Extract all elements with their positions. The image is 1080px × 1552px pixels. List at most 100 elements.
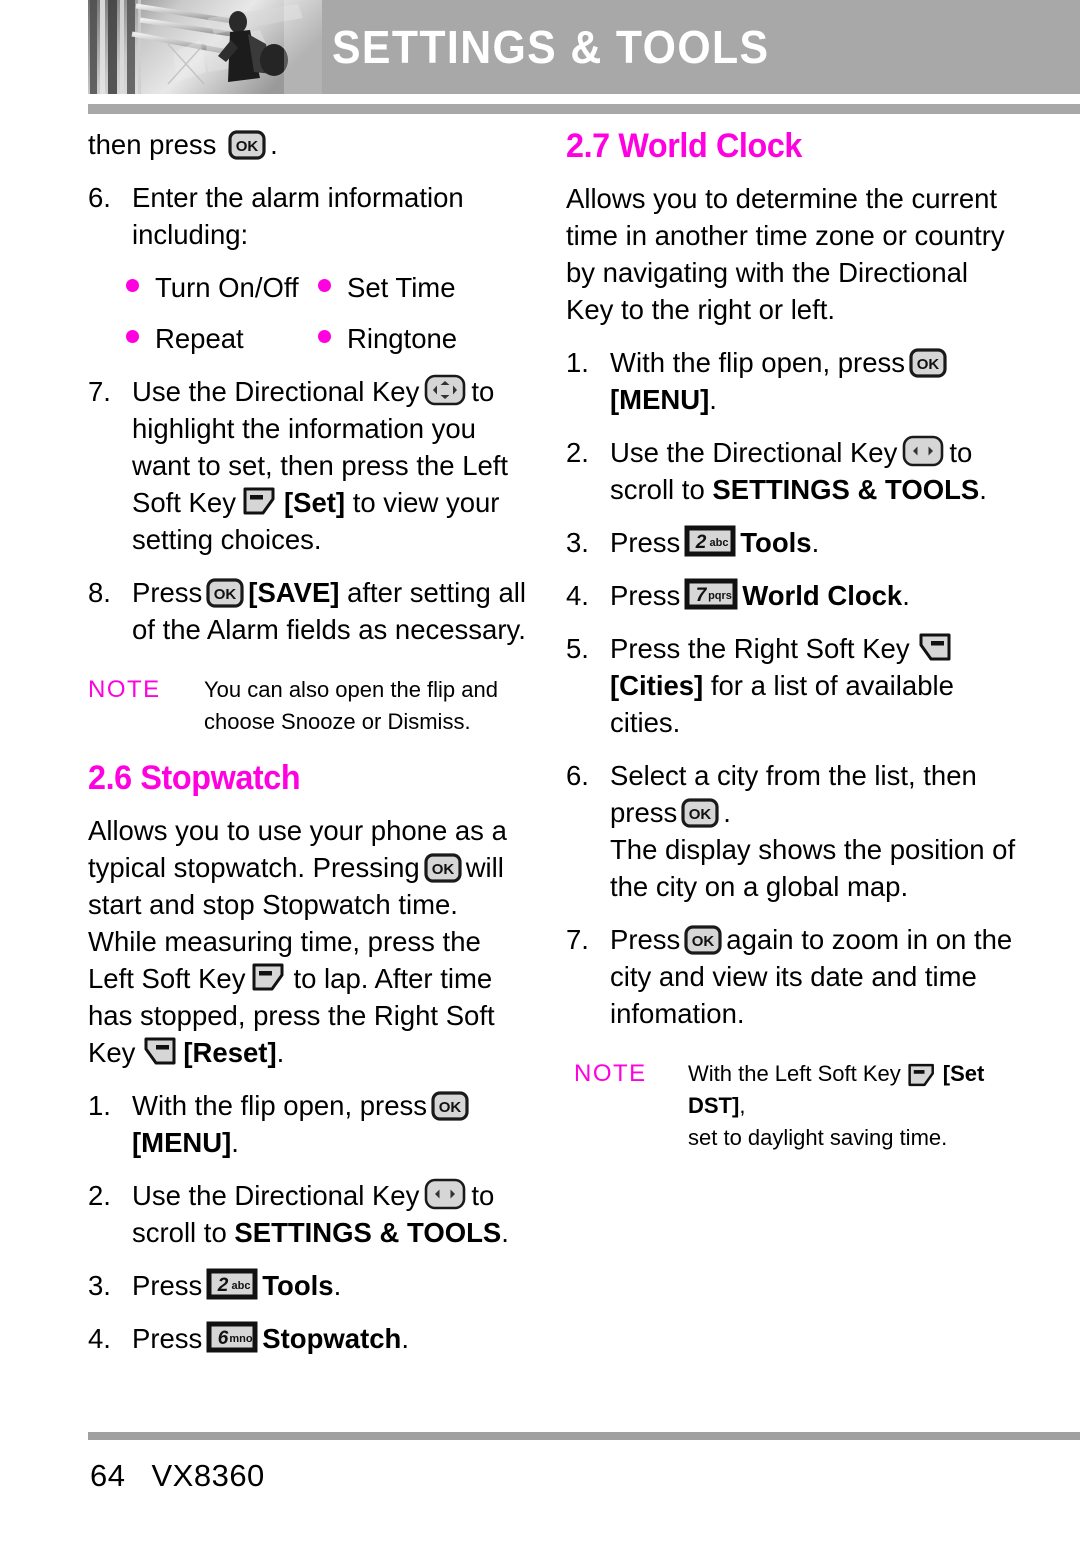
list-item: Ringtone [304,320,457,357]
step-text-part1: Select a city from the list, then press [610,760,977,828]
step-item: 2. Use the Directional Key to scroll to … [566,434,1016,508]
note-text-part1: With the Left Soft Key [688,1061,901,1086]
svg-text:OK: OK [236,138,259,155]
bullet-row: Turn On/Off Set Time [88,269,528,306]
directional-key-4way-icon [423,373,467,407]
step-number: 6. [88,182,111,213]
step-text: Press OK [SAVE] after setting all of the… [132,574,528,648]
note-text: You can also open the flip and choose Sn… [204,677,498,734]
left-column: then press OK . 6. Enter the alarm infor… [88,126,528,1373]
step-text: Press OK again to zoom in on the city an… [610,921,1016,1032]
tools-label: Tools [740,527,812,558]
step-text-part1: Press [132,1270,203,1301]
continued-step-text-before: then press [88,129,217,160]
ok-key-icon: OK [681,798,719,828]
step-text: Use the Directional Key to scroll to SET… [132,1177,528,1251]
menu-label: [MENU] [610,384,710,415]
step-item: 4. Press 6 mno Stopwatch. [88,1320,528,1357]
note-text-part3: set to daylight saving time. [688,1125,948,1150]
step-item: 8. Press OK [SAVE] after setting all of … [88,574,528,648]
step-item: 6. Select a city from the list, then pre… [566,757,1016,905]
svg-text:2: 2 [695,532,707,553]
step-number: 3. [566,527,589,558]
step-number: 2. [566,437,589,468]
step-text: Use the Directional Key to scroll to SET… [610,434,1016,508]
step-number: 1. [88,1090,111,1121]
bullet-dot-icon [126,330,139,343]
continued-step-text: then press OK . [88,126,528,163]
settings-tools-label: SETTINGS & TOOLS [712,474,980,505]
ok-key-icon: OK [424,853,462,883]
tools-label: Tools [262,1270,334,1301]
bullet-label: Turn On/Off [155,272,299,303]
footer-divider-rule [88,1432,1080,1440]
step-number: 7. [88,376,111,407]
svg-text:7: 7 [696,585,708,606]
step-text-part1: Press [610,924,681,955]
section-intro-world-clock: Allows you to determine the current time… [566,183,1005,325]
step-number: 8. [88,577,111,608]
step-item: 3. Press 2 abc Tools. [88,1267,528,1304]
softkey-label-save: [SAVE] [248,577,340,608]
step-text-part1: With the flip open, press [132,1090,428,1121]
step-text-part2: . [811,527,820,558]
ok-key-icon: OK [206,578,244,608]
svg-text:OK: OK [431,861,454,878]
step-text: Press 2 abc Tools. [610,524,1016,561]
svg-text:6: 6 [218,1328,229,1349]
step-text-part1: Press [132,577,203,608]
step-item: 5. Press the Right Soft Key [Cities] for… [566,630,1016,741]
ok-key-icon: OK [684,925,722,955]
section-heading-stopwatch: 2.6 Stopwatch [88,759,301,797]
step-text-part1: Use the Directional Key [132,1180,420,1211]
header-divider-rule [88,104,1080,114]
footer: 64 VX8360 [90,1458,265,1494]
svg-text:OK: OK [439,1099,462,1116]
note-text-part2: , [739,1093,746,1118]
step-number: 6. [566,760,589,791]
key-2-abc-icon: 2 abc [684,524,736,558]
step-text: Press 7 pqrs World Clock. [610,577,1016,614]
world-clock-label: World Clock [742,580,903,611]
step-text: Press 6 mno Stopwatch. [132,1320,528,1357]
step-text: Press the Right Soft Key [Cities] for a … [610,630,1016,741]
svg-text:abc: abc [710,537,729,549]
note-label: NOTE [574,1060,647,1087]
key-7-pqrs-icon: 7 pqrs [684,577,738,611]
bullet-label: Ringtone [347,323,458,354]
page-title: SETTINGS & TOOLS [332,21,770,73]
continued-step-text-after: . [270,129,278,160]
settings-tools-label: SETTINGS & TOOLS [234,1217,502,1248]
list-item: Set Time [304,269,456,306]
page-header: SETTINGS & TOOLS [0,0,1080,94]
ok-key-icon: OK [909,348,947,378]
step-item: 2. Use the Directional Key to scroll to … [88,1177,528,1251]
bullet-dot-icon [318,330,331,343]
escalator-photo-graphic [88,0,322,94]
step-text-part2: . [401,1323,409,1354]
step-text-part2: . [333,1270,342,1301]
bullet-label: Set Time [347,272,456,303]
step-number: 4. [88,1323,111,1354]
section-heading-world-clock: 2.7 World Clock [566,127,803,165]
note-block: NOTE You can also open the flip and choo… [88,674,528,738]
model-name: VX8360 [151,1458,265,1493]
step-number: 4. [566,580,589,611]
note-block: NOTE With the Left Soft Key [Set DST], se… [566,1058,1016,1154]
bullet-row: Repeat Ringtone [88,320,528,357]
step-text-part3: . [979,474,987,505]
step-item: 7. Use the Directional Key to highlight … [88,373,528,558]
note-label: NOTE [88,676,161,703]
intro-part4: . [276,1037,285,1068]
step-text-part1: With the flip open, press [610,347,906,378]
step-text-part2: . [709,384,717,415]
step-item: 6. Enter the alarm information including… [88,179,528,253]
step-text-part2: . [723,797,731,828]
step-text-extra: The display shows the position of the ci… [610,834,1016,902]
step-number: 2. [88,1180,111,1211]
step-text: Press 2 abc Tools. [132,1267,528,1304]
key-6-mno-icon: 6 mno [206,1320,258,1354]
ok-key-icon: OK [431,1091,469,1121]
bullet-dot-icon [126,279,139,292]
step-number: 5. [566,633,589,664]
